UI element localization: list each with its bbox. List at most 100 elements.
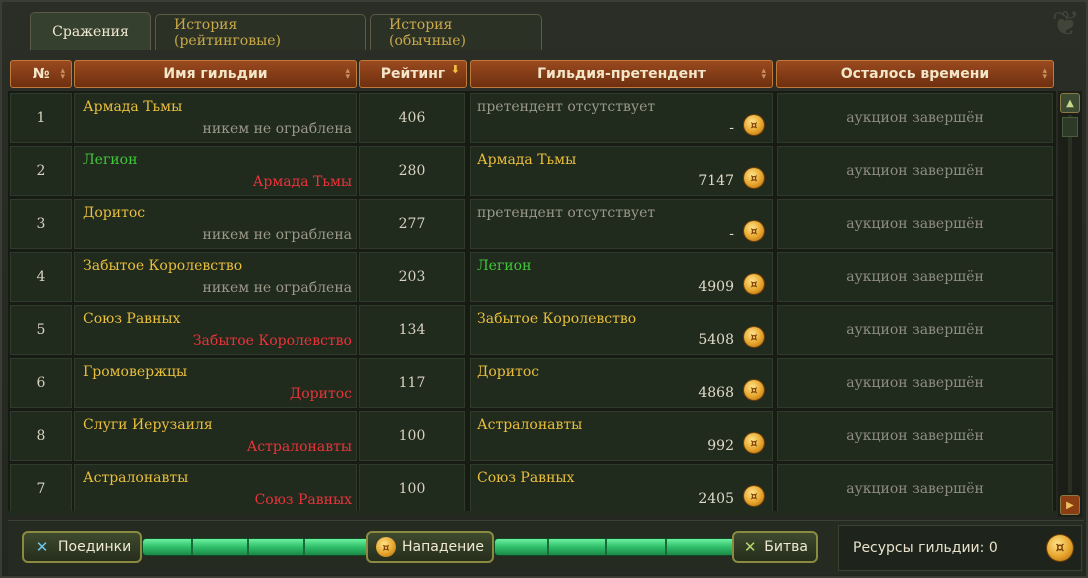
attack-button-label: Нападение [402,539,484,555]
rank-number: 3 [36,216,46,232]
rating-cell: 277 [359,199,465,249]
challenger-name[interactable]: Доритос [477,364,539,380]
guild-cell[interactable]: Забытое Королевство никем не ограблена [74,252,357,302]
guild-cell[interactable]: Слуги Иерузаиля Астралонавты [74,411,357,461]
time-left-value: аукцион завершён [846,269,984,285]
time-left-value: аукцион завершён [846,481,984,497]
rank-number: 5 [36,322,46,338]
guild-cell[interactable]: Армада Тьмы никем не ограблена [74,93,357,143]
gold-coin-icon: ¤ [744,486,764,506]
scrollbar[interactable]: ▲ ▶ [1058,91,1082,517]
rank-cell: 2 [10,146,72,196]
guild-name[interactable]: Слуги Иерузаиля [83,417,213,433]
robbed-by-label: Астралонавты [246,439,352,455]
scroll-down-button[interactable]: ▶ [1060,495,1080,515]
rating-cell: 100 [359,411,465,461]
guild-name[interactable]: Союз Равных [83,311,180,327]
scroll-up-button[interactable]: ▲ [1060,93,1080,113]
sort-icon: ▴ ▾ [1042,66,1047,82]
challenger-cell[interactable]: Забытое Королевство 5408 ¤ [470,305,773,355]
gold-coin-icon: ¤ [744,433,764,453]
challenger-cell[interactable]: претендент отсутствует - ¤ [470,199,773,249]
column-header-num[interactable]: № ▴ ▾ [10,60,72,88]
table-row[interactable]: 6 Громовержцы Доритос 117 Доритос 4868 ¤… [8,358,1056,408]
challenger-cell[interactable]: Легион 4909 ¤ [470,252,773,302]
gold-coin-icon: ¤ [744,168,764,188]
tab-history-rated[interactable]: История (рейтинговые) [155,14,366,50]
sort-icon: ▴ ▾ [60,66,65,82]
crossed-swords-icon: ✕ [35,538,49,556]
guild-name[interactable]: Астралонавты [83,470,188,486]
challenger-name[interactable]: Астралонавты [477,417,582,433]
progress-bar-left [142,538,372,556]
guild-resources-label: Ресурсы гильдии: 0 [853,540,998,556]
robbed-by-label: никем не ограблена [202,227,352,243]
guild-name[interactable]: Армада Тьмы [83,99,182,115]
crossed-swords-icon: ✕ [743,538,757,556]
challenger-name[interactable]: претендент отсутствует [477,99,655,115]
time-left-value: аукцион завершён [846,322,984,338]
challenger-cell[interactable]: претендент отсутствует - ¤ [470,93,773,143]
rating-cell: 280 [359,146,465,196]
challenger-cell[interactable]: Армада Тьмы 7147 ¤ [470,146,773,196]
guild-cell[interactable]: Громовержцы Доритос [74,358,357,408]
table-row[interactable]: 4 Забытое Королевство никем не ограблена… [8,252,1056,302]
rating-cell: 203 [359,252,465,302]
tab-history-regular[interactable]: История (обычные) [370,14,542,50]
arrow-down-icon: ▶ [1066,499,1074,511]
bid-amount: 4909 [698,279,734,295]
rating-value: 277 [398,216,426,232]
table-row[interactable]: 2 Легион Армада Тьмы 280 Армада Тьмы 714… [8,146,1056,196]
rating-value: 280 [398,163,426,179]
time-left-cell: аукцион завершён [777,252,1053,302]
rank-number: 6 [36,375,46,391]
guild-cell[interactable]: Союз Равных Забытое Королевство [74,305,357,355]
scroll-thumb[interactable] [1062,117,1078,137]
time-left-cell: аукцион завершён [777,93,1053,143]
gold-coin-icon: ¤ [744,380,764,400]
challenger-cell[interactable]: Доритос 4868 ¤ [470,358,773,408]
challenger-cell[interactable]: Астралонавты 992 ¤ [470,411,773,461]
battle-button[interactable]: ✕ Битва [732,531,818,563]
guild-name[interactable]: Забытое Королевство [83,258,242,274]
guild-name[interactable]: Доритос [83,205,145,221]
attack-button[interactable]: ¤ Нападение [366,531,494,563]
guild-name[interactable]: Громовержцы [83,364,187,380]
guild-cell[interactable]: Доритос никем не ограблена [74,199,357,249]
challenger-name[interactable]: Союз Равных [477,470,574,486]
guild-cell[interactable]: Астралонавты Союз Равных [74,464,357,514]
table-row[interactable]: 7 Астралонавты Союз Равных 100 Союз Равн… [8,464,1056,514]
robbed-by-label: Союз Равных [254,492,352,508]
duels-button[interactable]: ✕ Поединки [22,531,142,563]
corner-ornament: ❦ [1051,4,1081,44]
bid-amount: 4868 [698,385,734,401]
column-header-rating[interactable]: Рейтинг ⬇ [359,60,467,88]
challenger-name[interactable]: Легион [477,258,531,274]
table-row[interactable]: 5 Союз Равных Забытое Королевство 134 За… [8,305,1056,355]
tab-battles[interactable]: Сражения [30,12,151,50]
challenger-name[interactable]: претендент отсутствует [477,205,655,221]
rank-number: 2 [36,163,46,179]
time-left-cell: аукцион завершён [777,146,1053,196]
challenger-cell[interactable]: Союз Равных 2405 ¤ [470,464,773,514]
guild-name[interactable]: Легион [83,152,137,168]
time-left-value: аукцион завершён [846,216,984,232]
time-left-value: аукцион завершён [846,163,984,179]
bid-amount: 2405 [698,491,734,507]
progress-divider [547,539,549,555]
guild-cell[interactable]: Легион Армада Тьмы [74,146,357,196]
table-row[interactable]: 1 Армада Тьмы никем не ограблена 406 пре… [8,93,1056,143]
column-header-challenger[interactable]: Гильдия-претендент ▴ ▾ [470,60,773,88]
table-row[interactable]: 3 Доритос никем не ограблена 277 претенд… [8,199,1056,249]
table-row[interactable]: 8 Слуги Иерузаиля Астралонавты 100 Астра… [8,411,1056,461]
challenger-name[interactable]: Забытое Королевство [477,311,636,327]
column-header-time[interactable]: Осталось времени ▴ ▾ [776,60,1054,88]
rating-cell: 117 [359,358,465,408]
column-header-guild[interactable]: Имя гильдии ▴ ▾ [74,60,357,88]
challenger-name[interactable]: Армада Тьмы [477,152,576,168]
rating-cell: 100 [359,464,465,514]
rank-number: 7 [36,481,46,497]
scroll-track[interactable] [1068,115,1072,493]
sort-icon: ▴ ▾ [345,66,350,82]
progress-bar-right [494,538,738,556]
